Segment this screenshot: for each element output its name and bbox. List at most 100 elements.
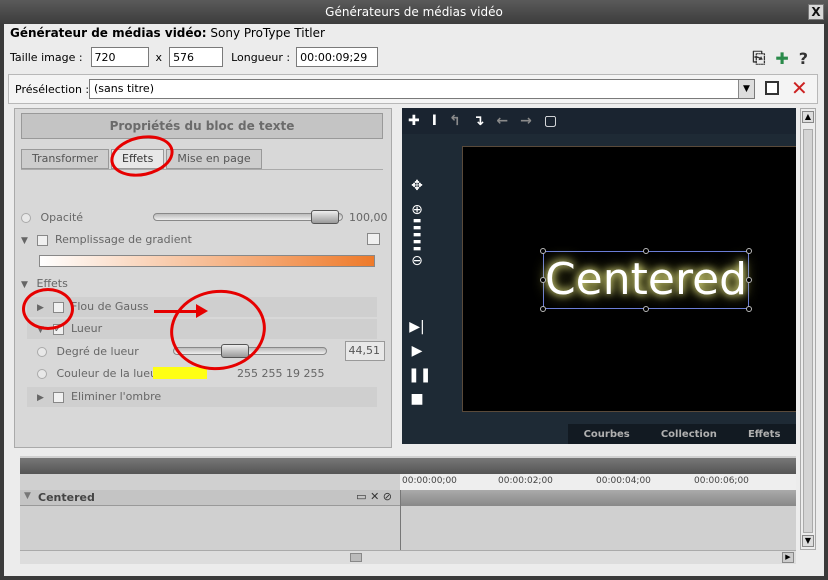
panel-title: Propriétés du bloc de texte <box>21 113 383 139</box>
close-button[interactable]: X <box>808 4 824 20</box>
glow-color-keyframe-icon[interactable] <box>37 369 47 379</box>
ruler-tick: 00:00:02;00 <box>498 476 553 486</box>
scroll-right-icon[interactable]: ▶ <box>782 552 794 563</box>
expand-icon[interactable]: ▼ <box>21 280 33 290</box>
glow-label: Lueur <box>71 322 103 335</box>
scroll-thumb[interactable] <box>350 553 362 562</box>
scroll-up-icon[interactable]: ▲ <box>802 111 814 123</box>
arrow-left-icon[interactable]: ← <box>496 113 508 129</box>
add-icon[interactable]: ✚ <box>408 113 420 129</box>
tab-layout[interactable]: Mise en page <box>166 149 262 169</box>
resize-handle[interactable] <box>643 306 649 312</box>
arrow-right-icon[interactable]: → <box>520 113 532 129</box>
shadow-row-content: ▶ Eliminer l'ombre <box>37 390 161 403</box>
stop-icon[interactable]: ■ <box>408 391 426 407</box>
vertical-scrollbar[interactable]: ▲ ▼ <box>800 108 816 550</box>
tab-preview-effects[interactable]: Effets <box>748 429 780 440</box>
expand-icon[interactable]: ▼ <box>21 236 33 246</box>
generator-name: Sony ProType Titler <box>210 26 325 40</box>
track-icons: ▭ ✕ ⊘ <box>356 490 392 503</box>
tab-transform[interactable]: Transformer <box>21 149 110 169</box>
ruler-tick: 00:00:04;00 <box>596 476 651 486</box>
play-icon[interactable]: ▶ <box>408 343 426 359</box>
timeline-track[interactable]: ▼ Centered ▭ ✕ ⊘ <box>20 490 400 506</box>
tab-collection[interactable]: Collection <box>661 429 717 440</box>
length-input[interactable] <box>296 47 379 67</box>
scroll-down-icon[interactable]: ▼ <box>802 535 814 547</box>
tab-curves[interactable]: Courbes <box>584 429 630 440</box>
plugin-icon[interactable]: ✚ <box>775 49 788 68</box>
preset-bar: Présélection : (sans titre) ▼ ✕ <box>8 74 818 104</box>
step-icon[interactable]: ▶| <box>408 319 426 335</box>
delete-preset-icon[interactable]: ✕ <box>791 76 808 100</box>
glow-degree-keyframe-icon[interactable] <box>37 347 47 357</box>
frame-icon[interactable]: ▢ <box>544 113 557 129</box>
glow-degree-value[interactable]: 44,51 <box>345 341 385 361</box>
resize-handle[interactable] <box>746 306 752 312</box>
annotation-arrowhead <box>196 304 208 318</box>
resize-handle[interactable] <box>540 306 546 312</box>
timeline-ruler[interactable]: 00:00:00;00 00:00:02;00 00:00:04;00 00:0… <box>400 474 796 490</box>
shadow-checkbox[interactable] <box>52 391 64 403</box>
export-icon[interactable]: ⎘ <box>753 48 766 68</box>
move-icon[interactable]: ✥ <box>408 178 426 194</box>
preview-panel: ✚ I ↰ ↴ ← → ▢ ✥ ⊕ ▬ ▬ ▬ ▬ ▬ ⊖ ▶| ▶ ❚❚ ■ Cent… <box>402 108 796 444</box>
ruler-tick: 00:00:06;00 <box>694 476 749 486</box>
timeline-divider <box>400 490 401 550</box>
preview-canvas[interactable]: Centered <box>462 146 796 412</box>
gradient-fill-checkbox[interactable] <box>36 234 48 246</box>
annotation-arrow <box>154 310 202 313</box>
opacity-label: Opacité <box>40 211 84 224</box>
opacity-slider-thumb[interactable] <box>311 210 339 224</box>
chevron-down-icon[interactable]: ▼ <box>738 80 754 98</box>
gradient-settings-icon[interactable] <box>367 233 380 245</box>
help-icon[interactable]: ? <box>799 49 808 68</box>
gradient-bar[interactable] <box>39 255 375 267</box>
timeline: 00:00:00;00 00:00:02;00 00:00:04;00 00:0… <box>20 456 796 564</box>
shadow-label: Eliminer l'ombre <box>71 390 162 403</box>
shadow-row: ▶ Eliminer l'ombre <box>27 387 377 407</box>
collapse-icon[interactable]: ▶ <box>37 393 49 403</box>
preset-value: (sans titre) <box>94 82 154 95</box>
text-block[interactable]: Centered <box>543 251 749 309</box>
opacity-keyframe-icon[interactable] <box>21 213 31 223</box>
glow-color-row: Couleur de la lueur <box>37 367 162 380</box>
glow-color-swatch[interactable] <box>153 367 207 379</box>
resize-handle[interactable] <box>746 248 752 254</box>
zoom-level-icon: ▬ ▬ ▬ ▬ ▬ <box>412 216 422 254</box>
save-preset-icon[interactable] <box>765 81 779 95</box>
dialog-body: Générateur de médias vidéo: Sony ProType… <box>4 24 824 576</box>
size-x-label: x <box>155 50 163 64</box>
resize-handle[interactable] <box>540 248 546 254</box>
text-cursor-icon[interactable]: I <box>432 113 437 129</box>
expand-icon[interactable]: ▼ <box>24 491 31 501</box>
annotation-circle <box>22 288 74 330</box>
glow-color-label: Couleur de la lueur <box>56 367 162 380</box>
resize-handle[interactable] <box>643 248 649 254</box>
image-size-label: Taille image : <box>10 50 83 64</box>
close-icon[interactable]: ✕ <box>370 490 379 503</box>
preview-side-tools: ✥ ⊕ ▬ ▬ ▬ ▬ ▬ ⊖ ▶| ▶ ❚❚ ■ <box>408 178 431 407</box>
resize-handle[interactable] <box>746 277 752 283</box>
disable-icon[interactable]: ⊘ <box>383 490 392 503</box>
generator-label: Générateur de médias vidéo: <box>10 26 207 40</box>
horizontal-scrollbar[interactable]: ▶ <box>20 550 796 564</box>
gauss-label: Flou de Gauss <box>71 300 149 313</box>
preset-label: Présélection : <box>15 83 90 96</box>
preset-select[interactable]: (sans titre) ▼ <box>89 79 755 99</box>
gradient-fill-row: ▼ Remplissage de gradient <box>21 233 192 246</box>
width-input[interactable] <box>90 47 149 67</box>
zoom-out-icon[interactable]: ⊖ <box>408 253 426 269</box>
rotate-left-icon[interactable]: ↰ <box>449 113 461 129</box>
minimize-icon[interactable]: ▭ <box>356 490 366 503</box>
window-title: Générateurs de médias vidéo <box>325 5 503 19</box>
height-input[interactable] <box>169 47 224 67</box>
track-bar[interactable] <box>400 490 796 506</box>
pause-icon[interactable]: ❚❚ <box>408 367 431 383</box>
scroll-thumb[interactable] <box>803 129 813 533</box>
preview-tabs: Courbes Collection Effets <box>568 424 796 444</box>
rotate-right-icon[interactable]: ↴ <box>473 113 485 129</box>
properties-panel: Propriétés du bloc de texte Transformer … <box>14 108 392 448</box>
top-toolbar: ⎘ ✚ ? <box>753 48 809 68</box>
resize-handle[interactable] <box>540 277 546 283</box>
